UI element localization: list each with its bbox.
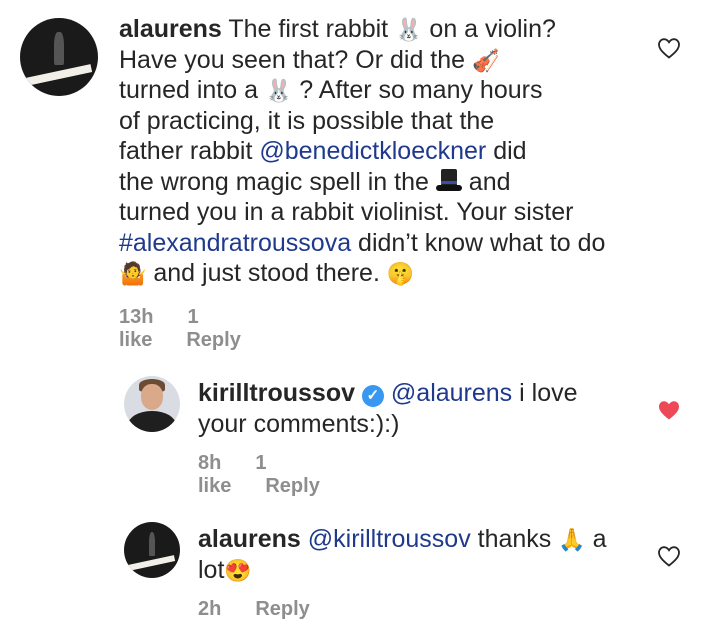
tophat-icon xyxy=(435,168,462,193)
avatar-figure xyxy=(54,32,64,65)
reply-button[interactable]: Reply xyxy=(186,329,240,351)
comment-text: thanks xyxy=(470,525,559,553)
comment-text: your comments:):) xyxy=(198,409,400,438)
reply-button[interactable]: Reply xyxy=(265,475,319,497)
shrug-icon: 🤷 xyxy=(119,261,147,286)
comment-1-line-3: turned into a 🐰 ? After so many hours xyxy=(119,75,639,106)
heart-outline-icon[interactable] xyxy=(657,545,681,567)
verified-badge-icon: ✓ xyxy=(361,385,384,407)
comment-text: lot xyxy=(198,555,225,584)
hashtag-link[interactable]: #alexandratroussova xyxy=(119,229,351,257)
comment-1-meta: 13h 1 like Reply xyxy=(119,306,275,352)
rabbit-icon: 🐰 xyxy=(395,17,423,42)
comment-3-line-2: lot😍 xyxy=(198,555,638,586)
comment-text: ? After so many hours xyxy=(292,76,543,104)
comment-text: The first rabbit xyxy=(228,15,396,43)
avatar[interactable] xyxy=(20,18,98,96)
comment-text: a xyxy=(585,525,607,553)
comment-2-meta: 8h 1 like Reply xyxy=(198,452,354,498)
comment-3-meta: 2h Reply xyxy=(198,598,344,621)
comment-1-line-8: #alexandratroussova didn’t know what to … xyxy=(119,228,639,259)
username[interactable]: alaurens xyxy=(119,15,222,43)
avatar-stage xyxy=(128,555,176,571)
timestamp: 13h xyxy=(119,306,154,328)
comment-text: didn’t know what to do xyxy=(351,228,606,257)
comment-2-body: kirilltroussov ✓ @alaurens i love your c… xyxy=(198,378,638,439)
comment-3-body: alaurens @kirilltroussov thanks 🙏 a lot😍 xyxy=(198,524,638,585)
reply-button[interactable]: Reply xyxy=(255,598,309,620)
comment-text: on a violin? xyxy=(422,15,556,43)
avatar-face xyxy=(140,383,164,410)
comment-3-line-1: alaurens @kirilltroussov thanks 🙏 a xyxy=(198,524,638,555)
shush-icon: 🤫 xyxy=(386,261,415,286)
comment-text: of practicing, it is possible that the xyxy=(119,106,495,135)
comment-1-line-9: 🤷 and just stood there. 🤫 xyxy=(119,258,639,289)
avatar-stage xyxy=(26,64,92,86)
comment-1-line-2: Have you seen that? Or did the 🎻 xyxy=(119,45,639,76)
comment-text: Have you seen that? Or did the xyxy=(119,45,472,74)
heart-outline-icon[interactable] xyxy=(657,37,681,59)
comment-1-line-1: alaurens The first rabbit 🐰 on a violin? xyxy=(119,14,639,45)
violin-icon: 🎻 xyxy=(472,47,500,73)
avatar-suit xyxy=(128,410,176,432)
avatar-figure xyxy=(148,532,156,556)
comment-1-line-7: turned you in a rabbit violinist. Your s… xyxy=(119,197,639,228)
comment-1-line-5: father rabbit @benedictkloeckner did xyxy=(119,136,639,167)
pray-icon: 🙏 xyxy=(558,527,586,552)
comment-text: turned you in a rabbit violinist. Your s… xyxy=(119,198,574,226)
comment-2-line-1: kirilltroussov ✓ @alaurens i love xyxy=(198,378,638,409)
comment-text: turned into a xyxy=(119,76,265,104)
comment-text: and xyxy=(461,167,511,196)
heart-filled-icon[interactable] xyxy=(657,399,681,421)
username[interactable]: alaurens xyxy=(198,525,301,553)
comment-1-line-6: the wrong magic spell in the and xyxy=(119,167,639,198)
comment-text: i love xyxy=(512,379,578,407)
username[interactable]: kirilltroussov xyxy=(198,379,355,407)
mention-link[interactable]: @alaurens xyxy=(391,379,512,407)
heart-eyes-icon: 😍 xyxy=(224,557,252,583)
avatar[interactable] xyxy=(124,376,180,432)
comment-text: and just stood there. xyxy=(146,259,387,287)
comment-1-body: alaurens The first rabbit 🐰 on a violin?… xyxy=(119,14,639,289)
comment-text: did xyxy=(486,137,527,165)
comment-text: the wrong magic spell in the xyxy=(119,167,436,196)
avatar[interactable] xyxy=(124,522,180,578)
comment-1-line-4: of practicing, it is possible that the xyxy=(119,106,639,137)
comment-text: father rabbit xyxy=(119,137,260,165)
timestamp: 2h xyxy=(198,598,222,620)
timestamp: 8h xyxy=(198,452,222,474)
mention-link[interactable]: @benedictkloeckner xyxy=(259,137,486,165)
mention-link[interactable]: @kirilltroussov xyxy=(308,525,471,553)
rabbit-icon: 🐰 xyxy=(264,78,293,103)
comment-2-line-2: your comments:):) xyxy=(198,409,638,440)
